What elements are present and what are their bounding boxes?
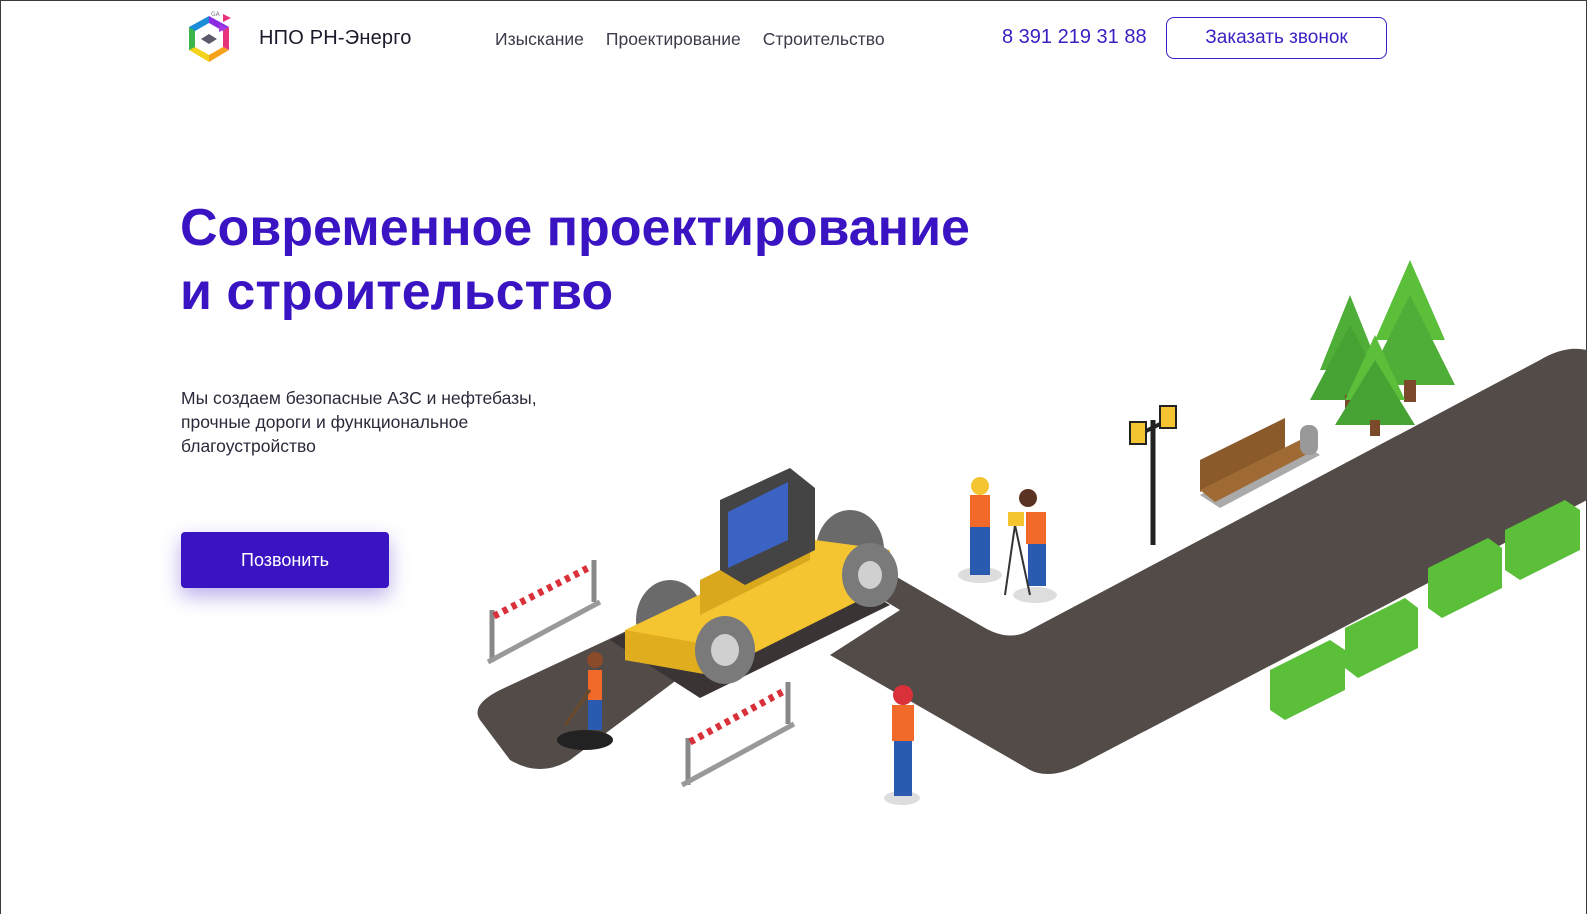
nav-item-survey[interactable]: Изыскание <box>495 29 584 50</box>
brand-name[interactable]: НПО РН-Энерго <box>259 27 412 50</box>
barrier-right <box>680 682 796 788</box>
logo-icon[interactable]: GA <box>183 10 235 68</box>
nav-item-construction[interactable]: Строительство <box>763 29 885 50</box>
main-nav: Изыскание Проектирование Строительство <box>495 29 885 50</box>
street-lamp <box>1129 405 1177 545</box>
worker-surveyor <box>958 477 1057 603</box>
barrier-left <box>486 560 602 665</box>
call-button[interactable]: Позвонить <box>181 532 389 588</box>
trees <box>1310 260 1455 436</box>
hero-title-line1: Современное проектирование <box>180 199 970 257</box>
site-header: GA НПО РН-Энерго Изыскание Проектировани… <box>0 0 1587 80</box>
request-callback-button[interactable]: Заказать звонок <box>1166 17 1387 59</box>
phone-link[interactable]: 8 391 219 31 88 <box>1002 26 1147 49</box>
construction-illustration <box>477 260 1587 805</box>
nav-item-design[interactable]: Проектирование <box>606 29 741 50</box>
svg-text:GA: GA <box>211 11 221 18</box>
